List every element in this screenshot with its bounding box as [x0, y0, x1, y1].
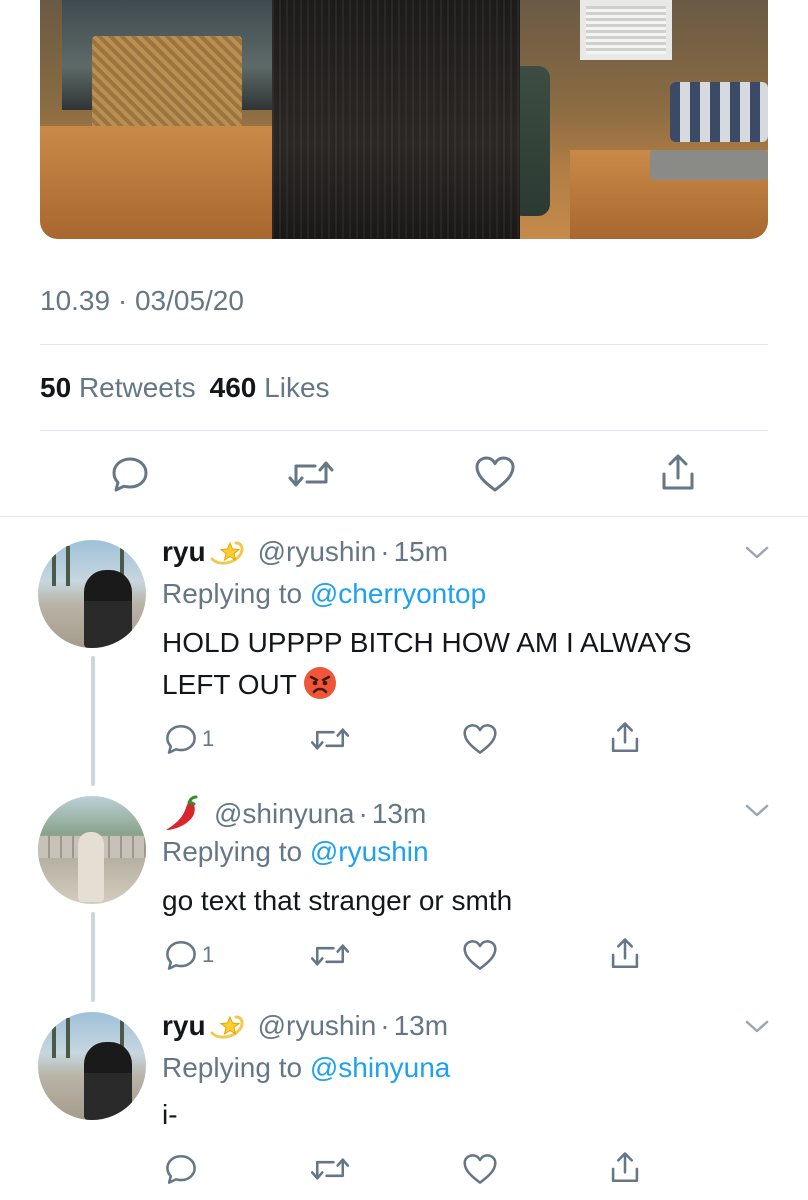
photo-basket — [92, 36, 242, 128]
replying-to: Replying to @cherryontop — [162, 578, 486, 610]
chevron-down-icon[interactable] — [744, 802, 770, 820]
reply-text-line-2: LEFT OUT — [162, 664, 762, 706]
replying-to-handle[interactable]: @cherryontop — [310, 578, 486, 609]
user-handle[interactable]: @ryushin — [258, 1010, 377, 1042]
share-icon — [611, 938, 639, 969]
divider — [40, 344, 768, 345]
reply-text: i- — [162, 1094, 762, 1136]
likes-count: 460 — [209, 372, 257, 403]
dizzy-star-emoji — [210, 541, 244, 565]
like-button[interactable] — [462, 1152, 498, 1186]
share-button[interactable] — [658, 452, 698, 494]
reply-actions — [0, 1150, 808, 1190]
divider — [40, 430, 768, 431]
reply-button[interactable] — [110, 454, 150, 494]
replying-to: Replying to @ryushin — [162, 836, 429, 868]
separator-dot: · — [358, 798, 368, 829]
reply-text: HOLD UPPPP BITCH HOW AM I ALWAYS LEFT OU… — [162, 622, 762, 706]
user-handle[interactable]: @shinyuna — [214, 798, 355, 830]
separator-dot: · — [380, 536, 390, 567]
reply-time[interactable]: 13m — [372, 798, 426, 830]
retweet-button[interactable] — [310, 938, 350, 972]
share-button[interactable] — [608, 1150, 642, 1186]
retweet-icon — [310, 944, 350, 966]
separator-dot: · — [380, 1010, 390, 1041]
reply-button[interactable]: 1 — [164, 938, 214, 972]
avatar[interactable] — [38, 1012, 146, 1120]
reply-icon — [166, 940, 196, 970]
heart-icon — [463, 1154, 497, 1184]
replying-prefix: Replying to — [162, 1052, 303, 1083]
heart-icon — [475, 456, 515, 492]
retweet-button[interactable] — [310, 722, 350, 756]
replying-to: Replying to @shinyuna — [162, 1052, 450, 1084]
share-button[interactable] — [608, 720, 642, 756]
reply-text-line: HOLD UPPPP BITCH HOW AM I ALWAYS — [162, 627, 692, 658]
replying-to-handle[interactable]: @shinyuna — [310, 1052, 451, 1083]
photo-cushion — [670, 82, 768, 142]
reply-icon — [166, 1154, 196, 1184]
like-button[interactable] — [462, 938, 498, 972]
reply-header: ryu @ryushin · 13m — [162, 1010, 448, 1042]
photo-tray — [650, 150, 768, 180]
user-handle[interactable]: @ryushin — [258, 536, 377, 568]
angry-face-emoji — [303, 667, 336, 699]
tweet-timestamp: 10.39 · 03/05/20 — [40, 285, 244, 316]
retweets-stat[interactable]: 50 Retweets — [40, 372, 196, 403]
reply-icon — [112, 457, 148, 492]
reply-count: 1 — [202, 942, 215, 967]
tweet-actions — [0, 446, 808, 502]
share-icon — [611, 1152, 639, 1183]
reply-count: 1 — [202, 726, 215, 751]
likes-label: Likes — [264, 372, 330, 403]
retweet-icon — [288, 461, 334, 487]
tweet-stats: 50 Retweets 460 Likes — [40, 372, 330, 404]
retweet-button[interactable] — [310, 1152, 350, 1186]
like-button[interactable] — [462, 722, 498, 756]
tweet-photo[interactable] — [40, 0, 768, 239]
photo-table — [40, 126, 280, 239]
avatar[interactable] — [38, 540, 146, 648]
share-button[interactable] — [608, 936, 642, 972]
replying-prefix: Replying to — [162, 578, 303, 609]
share-icon — [662, 454, 694, 490]
reply-time[interactable]: 15m — [394, 536, 448, 568]
section-divider — [0, 516, 808, 517]
reply-actions: 1 — [0, 936, 808, 976]
replying-to-handle[interactable]: @ryushin — [310, 836, 429, 867]
heart-icon — [463, 940, 497, 970]
display-name[interactable]: ryu — [162, 536, 206, 568]
reply-icon — [166, 724, 196, 754]
photo-person — [272, 0, 520, 239]
replying-prefix: Replying to — [162, 836, 303, 867]
reply-time[interactable]: 13m — [394, 1010, 448, 1042]
reply-text-line: go text that stranger or smth — [162, 885, 513, 916]
retweets-label: Retweets — [78, 372, 196, 403]
reply-actions: 1 — [0, 720, 808, 760]
avatar[interactable] — [38, 796, 146, 904]
heart-icon — [463, 724, 497, 754]
reply-text: go text that stranger or smth — [162, 880, 762, 922]
retweet-icon — [310, 728, 350, 750]
reply-text-line: i- — [162, 1099, 178, 1130]
retweets-count: 50 — [40, 372, 72, 403]
reply-button[interactable] — [164, 1152, 198, 1186]
reply-header: @shinyuna · 13m — [162, 794, 426, 834]
share-icon — [611, 722, 639, 753]
chili-pepper-emoji — [166, 795, 198, 830]
retweet-button[interactable] — [288, 454, 334, 494]
chevron-down-icon[interactable] — [744, 544, 770, 562]
reply-button[interactable]: 1 — [164, 722, 214, 756]
likes-stat[interactable]: 460 Likes — [210, 372, 330, 403]
chevron-down-icon[interactable] — [744, 1018, 770, 1036]
photo-window — [580, 0, 672, 60]
retweet-icon — [310, 1158, 350, 1180]
like-button[interactable] — [474, 454, 516, 494]
display-name[interactable]: ryu — [162, 1010, 206, 1042]
reply-header: ryu @ryushin · 15m — [162, 536, 448, 568]
dizzy-star-emoji — [210, 1015, 244, 1039]
